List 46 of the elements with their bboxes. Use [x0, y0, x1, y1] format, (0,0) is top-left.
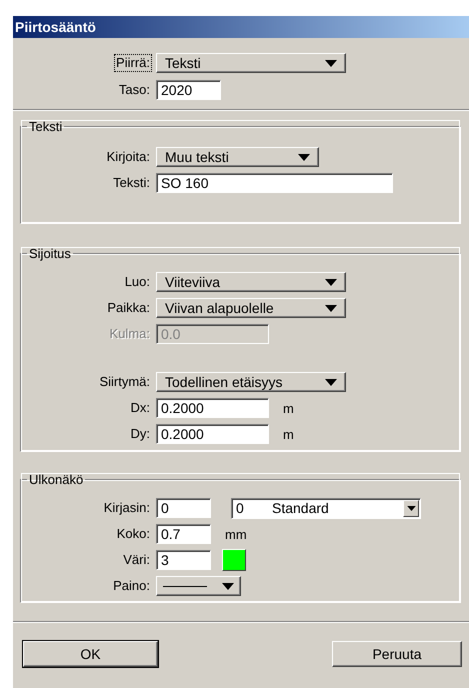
group-title: Sijoitus — [28, 246, 72, 261]
field-label: Taso: — [118, 81, 151, 99]
caret-icon — [325, 304, 337, 312]
input-field[interactable]: 2020 — [156, 80, 221, 100]
field-label: Paikka: — [106, 299, 151, 317]
field-label: Paino: — [112, 577, 151, 595]
caret-icon — [325, 278, 337, 286]
font-dropdown[interactable]: 0 Standard — [231, 498, 421, 518]
input-field[interactable]: 0.2000 — [156, 424, 269, 444]
field-label: Siirtymä: — [98, 373, 151, 391]
field-label: Kirjoita: — [106, 148, 151, 166]
line-sample-icon — [163, 584, 207, 588]
field-label: Piirrä: — [114, 54, 152, 72]
window-title: Piirtosääntö — [13, 16, 469, 38]
field-label: Luo: — [124, 273, 151, 291]
dropdown[interactable]: Muu teksti — [156, 147, 319, 167]
dialog-button[interactable]: OK — [23, 641, 158, 667]
unit-label: m — [283, 400, 294, 416]
dropdown[interactable]: Viiteviiva — [156, 272, 346, 292]
dialog-button[interactable]: Peruuta — [332, 641, 462, 667]
input-field[interactable]: 0 — [156, 498, 211, 518]
group-title: Ulkonäkö — [28, 472, 84, 487]
input-field[interactable]: 0.7 — [156, 524, 211, 544]
field-label: Koko: — [116, 525, 151, 543]
field-label: Dy: — [130, 425, 151, 443]
input-field[interactable]: 0.2000 — [156, 398, 269, 418]
dropdown[interactable]: Todellinen etäisyys — [156, 372, 346, 392]
field-label: Dx: — [130, 399, 151, 417]
field-label: Kulma: — [108, 325, 151, 343]
dropdown[interactable]: Viivan alapuolelle — [156, 298, 346, 318]
caret-icon — [298, 154, 310, 160]
color-swatch[interactable] — [222, 549, 246, 571]
input-field[interactable]: 3 — [156, 550, 211, 570]
dropdown[interactable]: Teksti — [156, 53, 346, 73]
group-title: Teksti — [28, 119, 64, 134]
caret-icon — [222, 582, 234, 590]
field-label: Kirjasin: — [102, 499, 151, 517]
unit-label: m — [283, 426, 294, 442]
input-field[interactable]: SO 160 — [156, 173, 393, 193]
caret-icon — [406, 506, 416, 510]
caret-icon — [325, 60, 337, 66]
field-label: Väri: — [122, 551, 151, 569]
unit-label: mm — [225, 526, 247, 542]
field-label: Teksti: — [112, 174, 151, 192]
line-weight-dropdown[interactable] — [156, 576, 241, 596]
caret-icon — [325, 378, 337, 386]
